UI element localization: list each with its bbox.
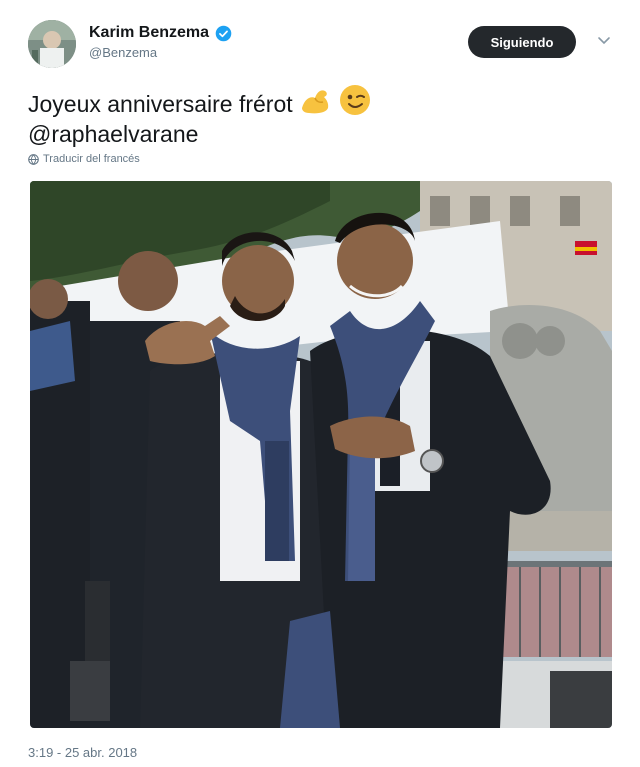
translate-link[interactable]: Traducir del francés bbox=[28, 153, 140, 165]
tweet-timestamp[interactable]: 3:19 - 25 abr. 2018 bbox=[28, 745, 137, 760]
author-display-name[interactable]: Karim Benzema bbox=[89, 22, 232, 44]
author-name-block: Karim Benzema @Benzema bbox=[89, 22, 232, 62]
tweet-text-main: Joyeux anniversaire frérot bbox=[28, 91, 293, 117]
globe-icon bbox=[28, 153, 39, 165]
flexed-biceps-emoji bbox=[302, 90, 329, 114]
verified-badge-icon bbox=[215, 25, 232, 41]
tweet-photo[interactable] bbox=[30, 181, 612, 728]
author-handle[interactable]: @Benzema bbox=[89, 44, 232, 62]
chevron-down-icon[interactable] bbox=[596, 32, 612, 48]
photo-two-players-scarves-icon bbox=[30, 181, 612, 728]
mention-link[interactable]: @raphaelvarane bbox=[28, 119, 371, 149]
winking-face-emoji bbox=[340, 85, 371, 115]
tweet-text: Joyeux anniversaire frérot @raphaelvaran… bbox=[28, 84, 371, 149]
avatar-photo-icon bbox=[28, 20, 76, 68]
display-name-text[interactable]: Karim Benzema bbox=[89, 22, 209, 44]
following-button[interactable]: Siguiendo bbox=[468, 26, 576, 58]
tweet-text-line-1: Joyeux anniversaire frérot bbox=[28, 84, 371, 119]
tweet-header: Karim Benzema @Benzema Siguiendo bbox=[28, 20, 618, 68]
author-avatar[interactable] bbox=[28, 20, 76, 68]
translate-label[interactable]: Traducir del francés bbox=[43, 153, 140, 165]
